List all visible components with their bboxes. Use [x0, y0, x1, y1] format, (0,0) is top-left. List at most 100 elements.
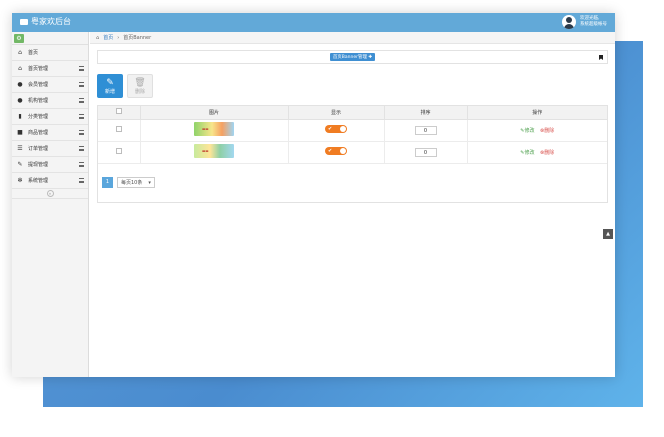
- pagination: 1 每页10条 ▾: [102, 177, 155, 188]
- section-header: 首页Banner管理 ✚: [97, 50, 608, 64]
- edit-link[interactable]: ✎修改: [520, 150, 534, 156]
- add-button-label: 新增: [104, 88, 115, 95]
- menu-icon: [79, 178, 84, 183]
- page-size-label: 每页10条: [121, 180, 143, 186]
- banner-image-text: ▬▬: [202, 127, 209, 131]
- menu-icon: [79, 114, 84, 119]
- sidebar-item-label: 会员管理: [28, 82, 49, 88]
- menu-icon: [79, 98, 84, 103]
- edit-icon: ✎: [17, 160, 23, 168]
- edit-icon: ✎: [106, 77, 114, 88]
- select-all-column[interactable]: [98, 106, 141, 120]
- bookmark-icon: ▮: [18, 112, 22, 120]
- trash-icon: 🗑: [134, 77, 146, 88]
- menu-icon: [79, 162, 84, 167]
- sidebar: ⚙ ⌂ 首页 ⌂ 首页管理 ● 会员管理 ● 机构管理 ▮ 分类管理 ■ 商品管…: [12, 32, 89, 377]
- page-size-select[interactable]: 每页10条 ▾: [117, 177, 155, 188]
- main: ⌂ 首页 › 首页Banner 首页Banner管理 ✚ ✎ 新增 🗑 删除 图…: [90, 32, 615, 377]
- action-bar: ✎ 新增 🗑 删除: [97, 74, 608, 98]
- table-header-row: 图片 显示 排序 操作: [98, 106, 607, 120]
- menu-icon: [79, 146, 84, 151]
- bookmark-icon[interactable]: [599, 55, 603, 60]
- user-icon: ●: [17, 80, 23, 88]
- column-actions: 操作: [467, 106, 607, 120]
- sidebar-item-home[interactable]: ⌂ 首页: [12, 45, 88, 61]
- row-checkbox[interactable]: [115, 148, 122, 154]
- avatar[interactable]: [562, 15, 576, 29]
- table-row: ▬▬ 0 ✎修改 ⊗删除: [98, 141, 607, 164]
- sidebar-item-withdrawals[interactable]: ✎ 提现管理: [12, 157, 88, 173]
- app-title: 粤家欢后台: [31, 17, 71, 26]
- sidebar-item-label: 商品管理: [28, 130, 49, 136]
- page-number-button[interactable]: 1: [102, 177, 113, 188]
- chevron-down-icon: ▾: [148, 180, 151, 186]
- stage: 粤家欢后台 欢迎光临, 系统超级帐号 ⚙ ⌂ 首页 ⌂ 首页管理 ● 会员管理 …: [0, 0, 664, 437]
- edit-link-label: 修改: [524, 127, 535, 134]
- breadcrumb-current: 首页Banner: [123, 35, 152, 41]
- top-bar: 粤家欢后台 欢迎光临, 系统超级帐号: [12, 13, 615, 32]
- sidebar-item-members[interactable]: ● 会员管理: [12, 77, 88, 93]
- sidebar-item-label: 首页管理: [28, 66, 49, 72]
- content: 首页Banner管理 ✚ ✎ 新增 🗑 删除 图片 显示 排序 操作 ▬▬ ✔ …: [97, 50, 608, 203]
- banner-image[interactable]: ▬▬: [194, 144, 234, 158]
- sidebar-item-categories[interactable]: ▮ 分类管理: [12, 109, 88, 125]
- scroll-to-top-button[interactable]: ▲: [603, 229, 613, 239]
- add-button[interactable]: ✎ 新增: [97, 74, 123, 98]
- sidebar-item-orders[interactable]: ☰ 订单管理: [12, 141, 88, 157]
- home-icon: ⌂: [18, 64, 22, 72]
- edit-link[interactable]: ✎修改: [520, 128, 534, 134]
- sidebar-top: ⚙: [12, 32, 88, 45]
- gift-icon: ■: [17, 128, 23, 136]
- breadcrumb-home-link[interactable]: 首页: [103, 34, 113, 41]
- user-account: 系统超级帐号: [580, 22, 607, 27]
- column-sort: 排序: [384, 106, 468, 120]
- sidebar-item-label: 系统管理: [28, 178, 49, 184]
- delete-link-label: 删除: [544, 127, 555, 134]
- banner-table-panel: 图片 显示 排序 操作 ▬▬ 0: [97, 105, 608, 203]
- home-icon: ⌂: [96, 34, 100, 41]
- display-toggle[interactable]: [325, 147, 347, 155]
- menu-icon: [79, 130, 84, 135]
- sidebar-collapse[interactable]: «: [12, 189, 88, 199]
- delete-link-label: 删除: [544, 149, 555, 156]
- menu-icon: [79, 82, 84, 87]
- sidebar-toggle-button[interactable]: ⚙: [14, 34, 24, 43]
- edit-link-label: 修改: [524, 149, 535, 156]
- select-all-checkbox[interactable]: [115, 108, 122, 115]
- collapse-icon[interactable]: «: [46, 190, 54, 197]
- sort-input[interactable]: 0: [414, 125, 437, 135]
- display-toggle[interactable]: [325, 125, 347, 133]
- banner-image[interactable]: ▬▬: [194, 122, 234, 136]
- column-display: 显示: [288, 106, 385, 120]
- sort-input[interactable]: 0: [414, 147, 437, 157]
- column-image: 图片: [140, 106, 289, 120]
- delete-link[interactable]: ⊗删除: [540, 128, 554, 134]
- sidebar-item-label: 首页: [28, 50, 39, 56]
- delete-button-label: 删除: [134, 88, 145, 95]
- banner-table: 图片 显示 排序 操作 ▬▬ 0: [98, 106, 607, 164]
- admin-window: 粤家欢后台 欢迎光临, 系统超级帐号 ⚙ ⌂ 首页 ⌂ 首页管理 ● 会员管理 …: [12, 13, 615, 377]
- sidebar-item-label: 提现管理: [28, 162, 49, 168]
- sidebar-item-label: 机构管理: [28, 98, 49, 104]
- delete-button[interactable]: 🗑 删除: [127, 74, 153, 98]
- chevron-right-icon: ›: [117, 34, 120, 41]
- list-icon: ☰: [17, 144, 23, 152]
- user-icon: ●: [17, 96, 23, 104]
- sidebar-item-institutions[interactable]: ● 机构管理: [12, 93, 88, 109]
- home-icon: ⌂: [18, 48, 22, 56]
- breadcrumb: ⌂ 首页 › 首页Banner: [90, 32, 615, 44]
- gears-icon: ✻: [17, 176, 23, 184]
- row-checkbox[interactable]: [115, 126, 122, 132]
- sidebar-item-home-manage[interactable]: ⌂ 首页管理: [12, 61, 88, 77]
- brand[interactable]: 粤家欢后台: [20, 16, 71, 27]
- sidebar-item-system[interactable]: ✻ 系统管理: [12, 173, 88, 189]
- table-row: ▬▬ 0 ✎修改 ⊗删除: [98, 119, 607, 142]
- user-text: 欢迎光临, 系统超级帐号: [580, 16, 607, 28]
- sidebar-item-products[interactable]: ■ 商品管理: [12, 125, 88, 141]
- menu-icon: [79, 66, 84, 71]
- sidebar-item-label: 分类管理: [28, 114, 49, 120]
- delete-link[interactable]: ⊗删除: [540, 150, 554, 156]
- banner-manage-button[interactable]: 首页Banner管理 ✚: [329, 53, 376, 61]
- user-box[interactable]: 欢迎光临, 系统超级帐号: [562, 15, 607, 29]
- sidebar-item-label: 订单管理: [28, 146, 49, 152]
